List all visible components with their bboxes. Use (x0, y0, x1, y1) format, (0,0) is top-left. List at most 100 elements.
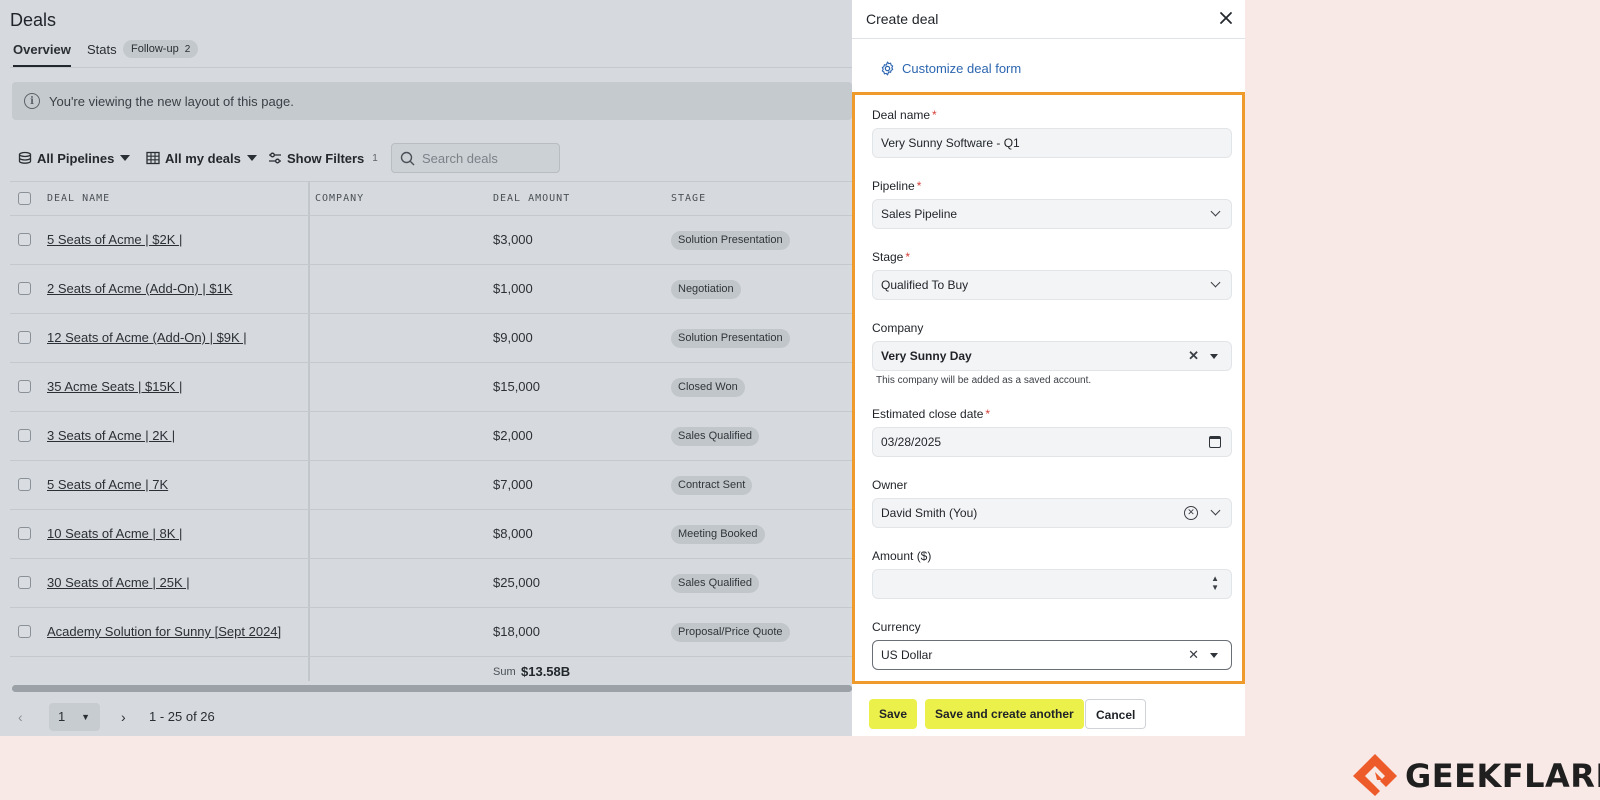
show-filters-button[interactable]: Show Filters 1 (268, 143, 378, 173)
calendar-icon[interactable] (1209, 436, 1221, 448)
owner-label: Owner (872, 478, 908, 492)
deal-name-link[interactable]: Academy Solution for Sunny [Sept 2024] (47, 624, 281, 639)
brand-name: GEEKFLARE (1405, 757, 1600, 795)
row-checkbox[interactable] (18, 429, 31, 442)
row-checkbox[interactable] (18, 282, 31, 295)
pipeline-select[interactable]: Sales Pipeline (872, 199, 1232, 229)
deal-name-input[interactable]: Very Sunny Software - Q1 (872, 128, 1232, 158)
save-button[interactable]: Save (869, 699, 918, 729)
deal-name-link[interactable]: 3 Seats of Acme | 2K | (47, 428, 175, 443)
view-dropdown[interactable]: All my deals (146, 143, 257, 173)
deals-toolbar: All Pipelines All my deals Show Filters … (18, 143, 852, 173)
row-checkbox[interactable] (18, 576, 31, 589)
page-select[interactable]: 1 ▼ (49, 703, 100, 731)
stepper-icon[interactable]: ▲ ▼ (1211, 574, 1219, 592)
deal-amount: $8,000 (493, 526, 533, 541)
clear-icon[interactable]: ✕ (1188, 342, 1199, 370)
deal-name-link[interactable]: 2 Seats of Acme (Add-On) | $1K (47, 281, 232, 296)
deal-name-link[interactable]: 35 Acme Seats | $15K | (47, 379, 182, 394)
stage-badge: Sales Qualified (671, 427, 759, 446)
panel-header: Create deal (852, 0, 1245, 39)
table-row: 2 Seats of Acme (Add-On) | $1K $1,000 Ne… (10, 265, 852, 314)
tab-follow-up-label: Follow-up (131, 43, 179, 55)
caret-down-icon[interactable] (1210, 354, 1218, 359)
deal-name-link[interactable]: 12 Seats of Acme (Add-On) | $9K | (47, 330, 247, 345)
clear-icon[interactable]: ✕ (1188, 641, 1199, 669)
chevron-down-icon (1210, 505, 1221, 516)
row-checkbox[interactable] (18, 478, 31, 491)
next-page-icon[interactable]: › (121, 709, 126, 725)
deal-name-label: Deal name * (872, 108, 937, 122)
stage-select[interactable]: Qualified To Buy (872, 270, 1232, 300)
page-range: 1 - 25 of 26 (149, 709, 215, 724)
search-deals-input[interactable]: Search deals (391, 143, 560, 173)
company-label: Company (872, 321, 924, 335)
deal-name-link[interactable]: 10 Seats of Acme | 8K | (47, 526, 182, 541)
stage-badge: Closed Won (671, 378, 745, 397)
deal-amount: $18,000 (493, 624, 540, 639)
customize-form-link[interactable]: Customize deal form (880, 61, 1021, 76)
currency-select[interactable]: US Dollar ✕ (872, 640, 1232, 670)
owner-select[interactable]: David Smith (You) ✕ (872, 498, 1232, 528)
deal-amount: $2,000 (493, 428, 533, 443)
pipeline-label-text: Pipeline (872, 179, 915, 193)
sum-value: $13.58B (521, 664, 571, 679)
header-deal-name[interactable]: DEAL NAME (47, 193, 110, 204)
amount-input[interactable]: ▲ ▼ (872, 569, 1232, 599)
tab-overview[interactable]: Overview (13, 42, 71, 67)
header-deal-amount[interactable]: DEAL AMOUNT (493, 193, 570, 204)
stage-badge: Sales Qualified (671, 574, 759, 593)
stage-label-text: Stage (872, 250, 904, 264)
owner-value: David Smith (You) (881, 506, 978, 520)
pipeline-value: Sales Pipeline (881, 207, 958, 221)
table-header: DEAL NAME COMPANY DEAL AMOUNT STAGE (10, 181, 852, 216)
table-row: 5 Seats of Acme | 7K $7,000 Contract Sen… (10, 461, 852, 510)
table-row: Academy Solution for Sunny [Sept 2024] $… (10, 608, 852, 657)
tab-bar: Overview Stats Follow-up 2 (10, 40, 852, 68)
select-all-checkbox[interactable] (18, 192, 31, 205)
table-row: 10 Seats of Acme | 8K | $8,000 Meeting B… (10, 510, 852, 559)
filter-sliders-icon (269, 152, 281, 164)
row-checkbox[interactable] (18, 233, 31, 246)
close-date-label-text: Estimated close date (872, 407, 984, 421)
tab-follow-up-count: 2 (184, 44, 191, 55)
filters-label: Show Filters (287, 150, 365, 166)
deal-name-value: Very Sunny Software - Q1 (881, 136, 1020, 150)
currency-label: Currency (872, 620, 921, 634)
close-icon[interactable] (1217, 9, 1235, 27)
stage-value: Qualified To Buy (881, 278, 969, 292)
row-checkbox[interactable] (18, 527, 31, 540)
close-date-input[interactable]: 03/28/2025 (872, 427, 1232, 457)
header-company[interactable]: COMPANY (315, 193, 364, 204)
chevron-down-icon (1210, 206, 1221, 217)
view-label: All my deals (165, 150, 241, 166)
company-select[interactable]: Very Sunny Day ✕ (872, 341, 1232, 371)
tab-stats[interactable]: Stats (87, 42, 117, 57)
cancel-button[interactable]: Cancel (1085, 699, 1147, 729)
deal-name-link[interactable]: 5 Seats of Acme | $2K | (47, 232, 182, 247)
company-value: Very Sunny Day (881, 349, 972, 363)
row-checkbox[interactable] (18, 331, 31, 344)
deal-name-link[interactable]: 30 Seats of Acme | 25K | (47, 575, 190, 590)
table-row: 12 Seats of Acme (Add-On) | $9K | $9,000… (10, 314, 852, 363)
row-checkbox[interactable] (18, 380, 31, 393)
caret-down-icon[interactable] (1210, 653, 1218, 658)
horizontal-scrollbar[interactable] (12, 685, 852, 692)
save-and-create-another-button[interactable]: Save and create another (925, 699, 1084, 729)
previous-page-icon[interactable]: ‹ (18, 709, 23, 725)
required-marker: * (985, 407, 991, 421)
tab-follow-up[interactable]: Follow-up 2 (123, 40, 199, 58)
close-date-label: Estimated close date * (872, 407, 990, 421)
header-stage[interactable]: STAGE (671, 193, 706, 204)
banner-text: You're viewing the new layout of this pa… (49, 93, 294, 109)
scrollbar-thumb[interactable] (12, 685, 852, 692)
caret-down-icon (246, 155, 257, 161)
deal-amount: $15,000 (493, 379, 540, 394)
stage-badge: Solution Presentation (671, 231, 790, 250)
deal-name-link[interactable]: 5 Seats of Acme | 7K (47, 477, 168, 492)
deal-form-highlight: Deal name * Very Sunny Software - Q1 Pipe… (852, 92, 1245, 684)
clear-circle-icon[interactable]: ✕ (1184, 506, 1198, 520)
panel-title: Create deal (866, 11, 939, 27)
row-checkbox[interactable] (18, 625, 31, 638)
pipelines-dropdown[interactable]: All Pipelines (18, 143, 131, 173)
